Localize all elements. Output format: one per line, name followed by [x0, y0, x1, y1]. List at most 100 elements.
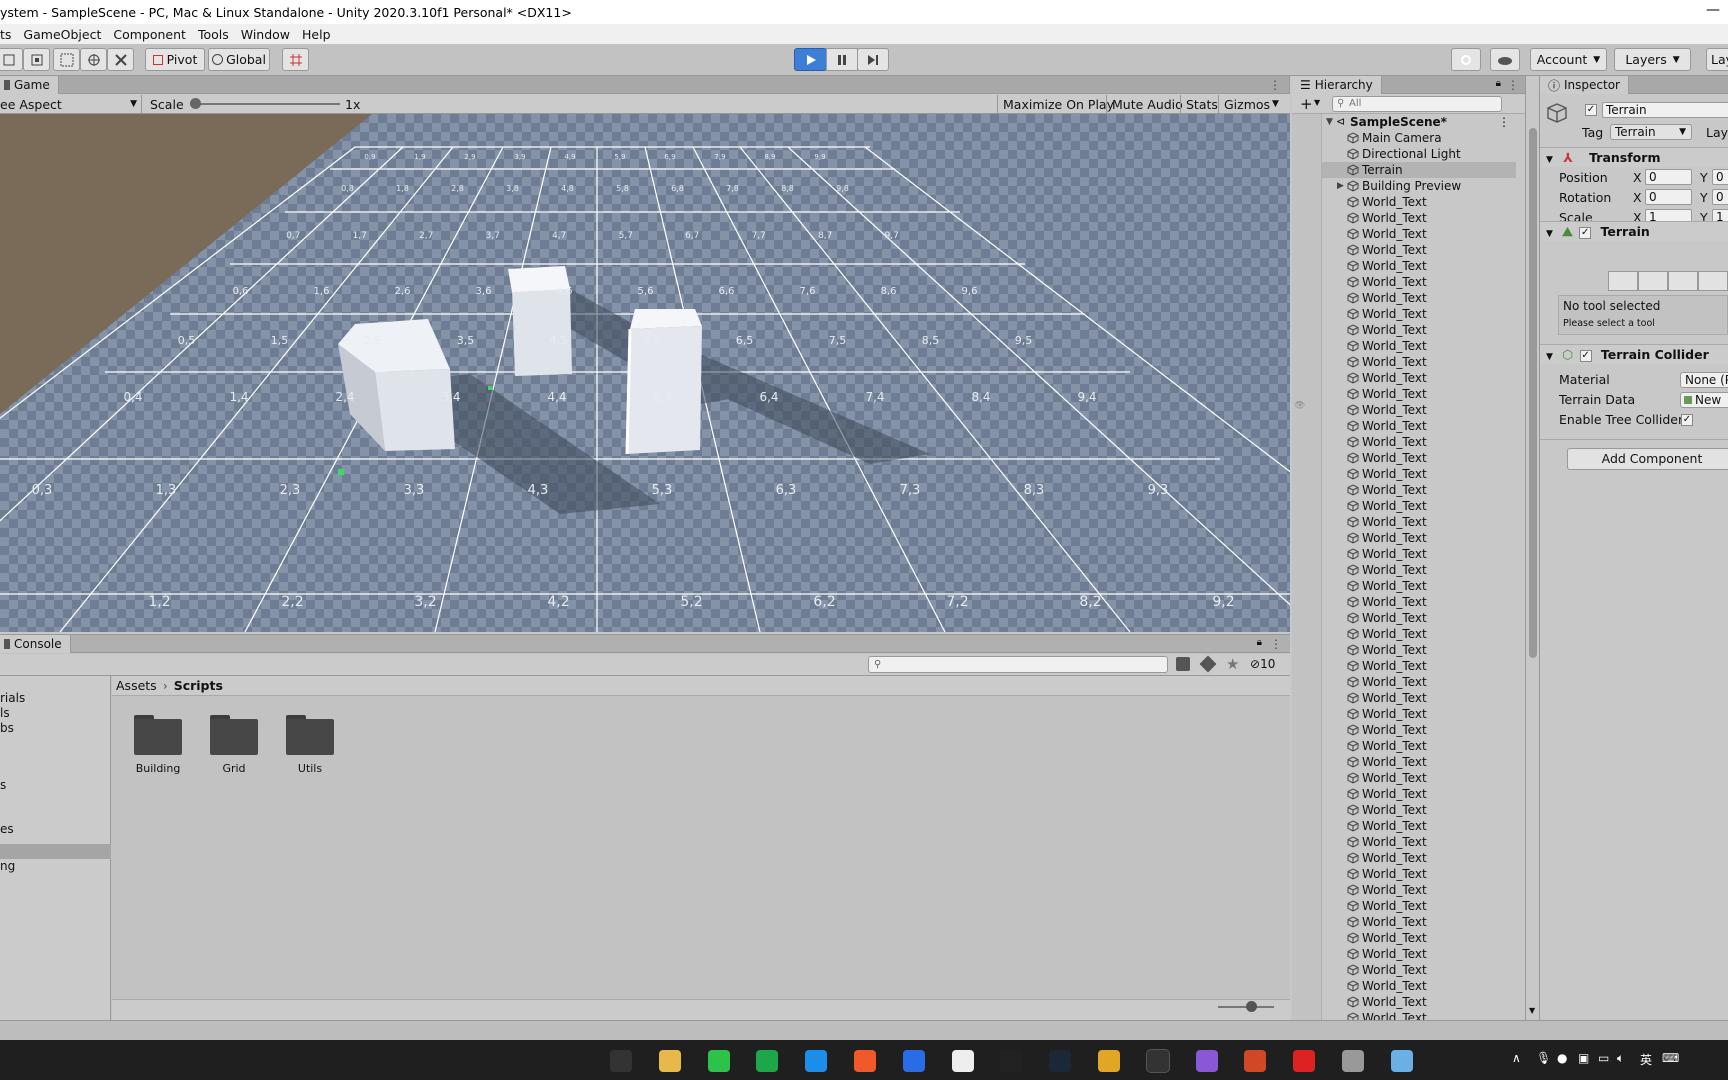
- grid-snap-icon[interactable]: [282, 48, 309, 71]
- add-component-button[interactable]: Add Component: [1567, 448, 1728, 470]
- paint-taskbar-icon[interactable]: [1342, 1050, 1364, 1072]
- tree-icon[interactable]: [1668, 271, 1698, 291]
- menu-gameobject[interactable]: GameObject: [17, 27, 107, 42]
- wechat-taskbar-icon[interactable]: [707, 1050, 730, 1072]
- hierarchy-item[interactable]: World_Text: [1322, 946, 1516, 962]
- console-menu-icon[interactable]: ⋮: [1270, 637, 1282, 651]
- detail-icon[interactable]: [1698, 271, 1728, 291]
- hierarchy-item[interactable]: World_Text: [1322, 306, 1516, 322]
- transform-y-field[interactable]: 0: [1712, 189, 1728, 205]
- scale-slider[interactable]: [190, 95, 340, 113]
- breadcrumb-root[interactable]: Assets: [116, 678, 157, 693]
- hierarchy-item[interactable]: Directional Light: [1322, 146, 1516, 162]
- hierarchy-search-input[interactable]: ⚲ All: [1332, 96, 1502, 112]
- hierarchy-item[interactable]: Terrain: [1322, 162, 1516, 178]
- hierarchy-item[interactable]: World_Text: [1322, 338, 1516, 354]
- unity-hub-taskbar-icon[interactable]: [951, 1050, 974, 1072]
- hierarchy-scroll-track[interactable]: ▼: [1527, 76, 1540, 1020]
- tree-item[interactable]: bs: [0, 721, 111, 736]
- tab-hierarchy[interactable]: ☰ Hierarchy: [1292, 76, 1382, 94]
- hierarchy-item[interactable]: World_Text: [1322, 578, 1516, 594]
- foldout-arrow-icon[interactable]: ▼: [1546, 155, 1553, 165]
- transform-tool-icon[interactable]: [80, 48, 107, 71]
- pivot-toggle[interactable]: Pivot: [145, 48, 205, 71]
- tab-console[interactable]: Console: [0, 635, 71, 653]
- terrain-header[interactable]: ▼ ⛰︎ ✓ Terrain: [1540, 221, 1728, 241]
- tree-item[interactable]: es: [0, 822, 111, 837]
- hierarchy-item[interactable]: World_Text: [1322, 610, 1516, 626]
- layout-dropdown[interactable]: Lay: [1706, 48, 1728, 71]
- collider-enabled-checkbox[interactable]: ✓: [1579, 349, 1592, 362]
- hierarchy-item[interactable]: World_Text: [1322, 370, 1516, 386]
- menu-component[interactable]: Component: [107, 27, 192, 42]
- foldout-arrow-icon[interactable]: ▶: [1337, 178, 1344, 194]
- hierarchy-item[interactable]: World_Text: [1322, 850, 1516, 866]
- visual-studio-taskbar-icon[interactable]: [1195, 1050, 1218, 1072]
- hierarchy-item[interactable]: World_Text: [1322, 722, 1516, 738]
- transform-y-field[interactable]: 0: [1712, 169, 1728, 185]
- tree-item[interactable]: s: [0, 778, 111, 793]
- hierarchy-item[interactable]: World_Text: [1322, 482, 1516, 498]
- scale-slider-knob[interactable]: [190, 98, 201, 109]
- tab-inspector[interactable]: ⓘ Inspector: [1540, 76, 1629, 94]
- lock-icon[interactable]: 🔒︎: [1496, 78, 1501, 89]
- hierarchy-item[interactable]: World_Text: [1322, 882, 1516, 898]
- aspect-dropdown[interactable]: ee Aspect ▼: [0, 95, 142, 113]
- scale-tool-icon[interactable]: [53, 48, 80, 71]
- hierarchy-scroll-thumb-main[interactable]: [1529, 128, 1537, 658]
- tray-app-icon[interactable]: ▣: [1578, 1051, 1589, 1065]
- hierarchy-item[interactable]: World_Text: [1322, 738, 1516, 754]
- favorite-icon[interactable]: ★: [1226, 655, 1239, 673]
- tree-item[interactable]: ng: [0, 859, 111, 874]
- lock-icon[interactable]: 🔒︎: [1257, 637, 1262, 648]
- hierarchy-item[interactable]: World_Text: [1322, 930, 1516, 946]
- tree-item[interactable]: ls: [0, 706, 111, 721]
- menu-window[interactable]: Window: [235, 27, 296, 42]
- mute-audio-button[interactable]: Mute Audio: [1106, 95, 1188, 113]
- hierarchy-item[interactable]: World_Text: [1322, 898, 1516, 914]
- hierarchy-item[interactable]: World_Text: [1322, 402, 1516, 418]
- hierarchy-item[interactable]: World_Text: [1322, 450, 1516, 466]
- hierarchy-item[interactable]: World_Text: [1322, 274, 1516, 290]
- paint-brush-icon[interactable]: [1638, 271, 1668, 291]
- powerpoint-taskbar-icon[interactable]: [1244, 1050, 1267, 1072]
- hierarchy-menu-icon[interactable]: ⋮: [1507, 78, 1519, 92]
- network-icon[interactable]: ▭: [1598, 1051, 1609, 1065]
- hierarchy-item[interactable]: World_Text: [1322, 1010, 1516, 1020]
- tree-item-selected[interactable]: [0, 844, 111, 859]
- foldout-arrow-icon[interactable]: ▼: [1326, 114, 1333, 130]
- terrain-collider-header[interactable]: ▼ ⬡ ✓ Terrain Collider: [1540, 344, 1728, 364]
- hierarchy-item[interactable]: World_Text: [1322, 690, 1516, 706]
- hierarchy-item[interactable]: World_Text: [1322, 594, 1516, 610]
- tag-dropdown[interactable]: Terrain ▼: [1610, 124, 1692, 140]
- stats-button[interactable]: Stats: [1180, 95, 1223, 113]
- foldout-arrow-icon[interactable]: ▼: [1546, 352, 1553, 362]
- play-button[interactable]: [794, 48, 827, 71]
- custom-tools-icon[interactable]: [107, 48, 134, 71]
- hidden-count[interactable]: ⊘10: [1250, 657, 1275, 671]
- layers-dropdown[interactable]: Layers ▼: [1614, 48, 1691, 71]
- hierarchy-item[interactable]: World_Text: [1322, 994, 1516, 1010]
- hierarchy-item[interactable]: World_Text: [1322, 530, 1516, 546]
- transform-x-field[interactable]: 0: [1645, 189, 1692, 205]
- steam-taskbar-icon[interactable]: [1049, 1050, 1072, 1072]
- hierarchy-item[interactable]: World_Text: [1322, 802, 1516, 818]
- hierarchy-item[interactable]: World_Text: [1322, 770, 1516, 786]
- keyboard-icon[interactable]: ⌨︎: [1662, 1051, 1679, 1065]
- hierarchy-item[interactable]: World_Text: [1322, 626, 1516, 642]
- folder-utils[interactable]: Utils: [272, 715, 348, 775]
- active-checkbox[interactable]: ✓: [1585, 104, 1597, 116]
- game-viewport[interactable]: 0,9 1,9 2,9 3,9 4,9 5,9 6,9 7,9 8,9 9,9 0,8 1,8 2,8 3…: [0, 114, 1290, 632]
- global-toggle[interactable]: Global: [208, 48, 270, 71]
- hierarchy-item[interactable]: World_Text: [1322, 914, 1516, 930]
- hierarchy-item[interactable]: World_Text: [1322, 386, 1516, 402]
- chevron-up-icon[interactable]: ∧: [1512, 1051, 1521, 1065]
- menu-assets[interactable]: ts: [0, 27, 17, 42]
- wechat-tray-icon[interactable]: ●: [1557, 1051, 1567, 1065]
- scene-row[interactable]: ▼ ⊲ SampleScene* ⋮: [1322, 114, 1516, 130]
- menu-tools[interactable]: Tools: [192, 27, 235, 42]
- hierarchy-item[interactable]: World_Text: [1322, 194, 1516, 210]
- hierarchy-item[interactable]: World_Text: [1322, 674, 1516, 690]
- chrome-taskbar-icon[interactable]: [1098, 1050, 1120, 1072]
- material-field[interactable]: None (P: [1680, 372, 1728, 388]
